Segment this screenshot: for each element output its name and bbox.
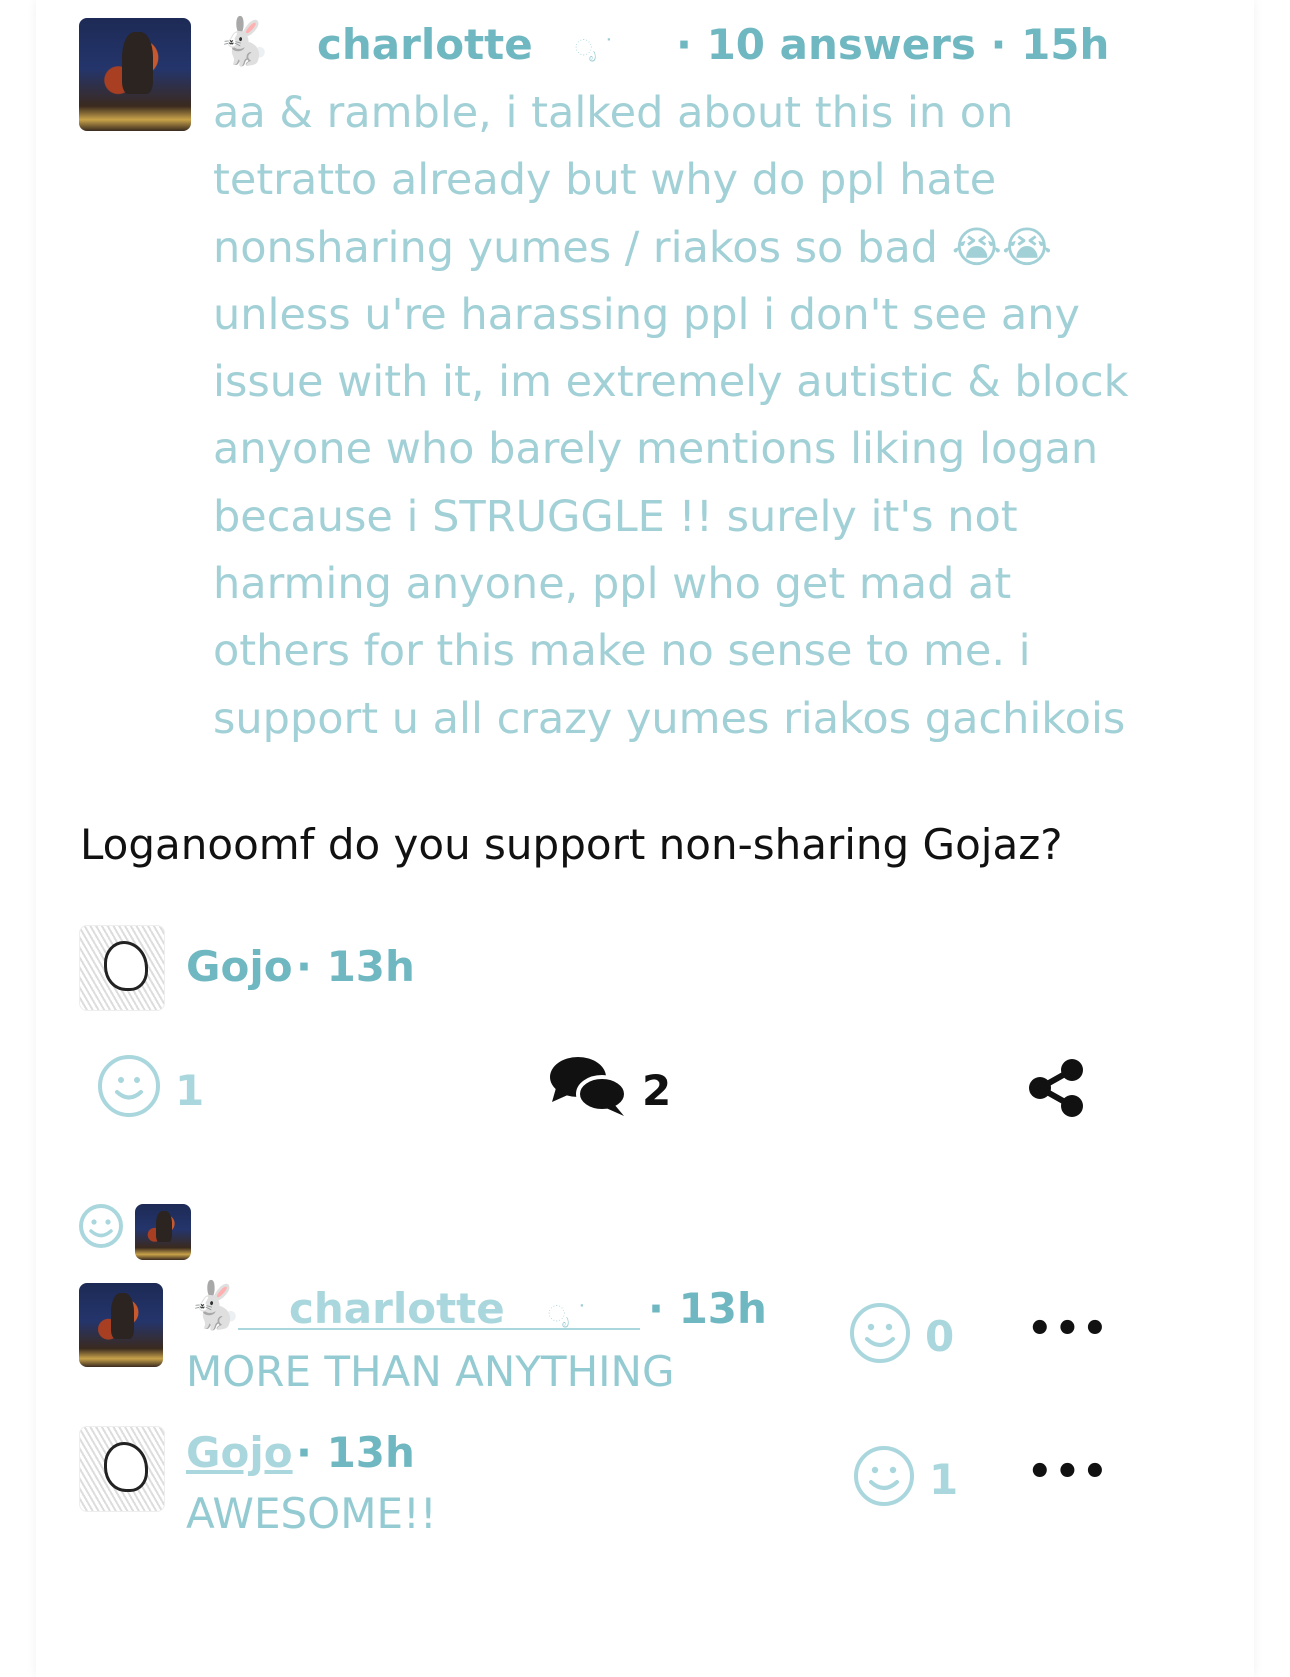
more-icon[interactable]: ••• <box>1027 1306 1110 1352</box>
comment-avatar[interactable] <box>79 1283 163 1367</box>
comment-avatar[interactable] <box>79 1426 165 1512</box>
comment-author-name[interactable]: Gojo <box>186 1428 293 1477</box>
comment-reaction-count: 1 <box>929 1455 959 1504</box>
question-text: Loganoomf do you support non-sharing Goj… <box>80 820 1063 869</box>
reaction-count: 1 <box>175 1066 205 1115</box>
answer-meta: · 13h <box>296 942 415 991</box>
comment-text: AWESOME!! <box>186 1489 437 1538</box>
smile-icon[interactable] <box>98 1055 160 1117</box>
reactor-smile-icon <box>78 1203 124 1253</box>
comment-text: MORE THAN ANYTHING <box>186 1347 675 1396</box>
comments-icon[interactable] <box>548 1052 632 1126</box>
rabbit-icon: 🐇 <box>215 14 273 68</box>
comment-author-name[interactable]: charlotte <box>289 1284 505 1333</box>
answer-author-name[interactable]: Gojo <box>186 942 293 991</box>
smile-icon[interactable] <box>848 1301 912 1369</box>
reactor-avatar[interactable] <box>135 1204 191 1260</box>
comment-reaction-count: 0 <box>925 1312 955 1361</box>
post-meta: · 10 answers · 15h <box>676 20 1110 69</box>
author-deco: ೃ ˙ <box>548 1302 588 1327</box>
post-author-avatar[interactable] <box>79 18 191 131</box>
post-author-name[interactable]: charlotte <box>317 20 533 69</box>
post-body: aa & ramble, i talked about this in on t… <box>213 88 1129 744</box>
rabbit-icon: 🐇 <box>186 1278 244 1332</box>
answer-author-avatar[interactable] <box>79 925 165 1011</box>
smile-icon[interactable] <box>852 1444 916 1512</box>
comment-meta: · 13h <box>296 1428 415 1477</box>
more-icon[interactable]: ••• <box>1027 1449 1110 1495</box>
author-deco: ೃ ˙ <box>575 36 615 61</box>
author-underline <box>238 1328 640 1330</box>
share-icon[interactable] <box>1026 1058 1086 1122</box>
comment-meta: · 13h <box>648 1284 767 1333</box>
comments-count: 2 <box>642 1066 672 1115</box>
